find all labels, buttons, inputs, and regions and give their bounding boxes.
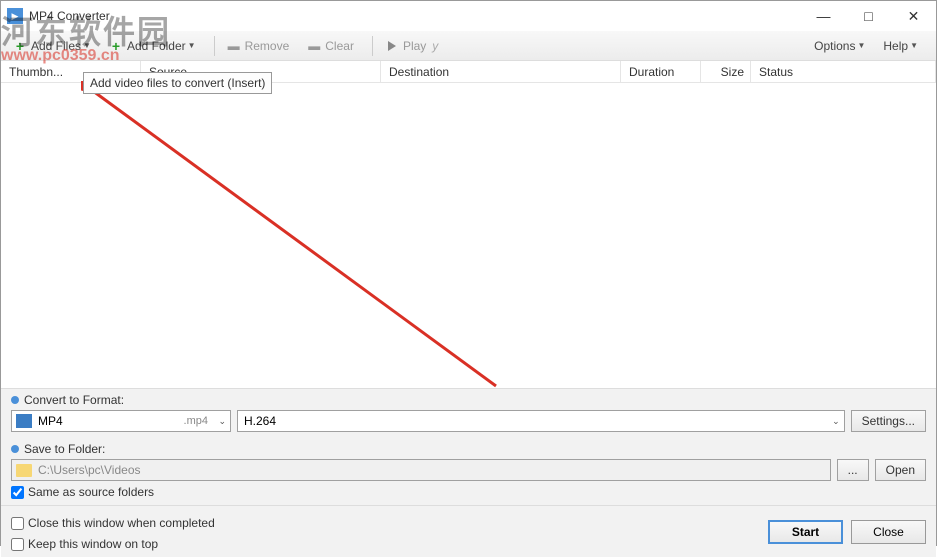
- file-list[interactable]: [1, 83, 936, 388]
- format-icon: [16, 414, 32, 428]
- plus-icon: +: [13, 39, 27, 53]
- chevron-down-icon: ▼: [910, 41, 918, 50]
- separator: [214, 36, 215, 56]
- help-label: Help: [883, 39, 908, 53]
- same-source-input[interactable]: [11, 486, 24, 499]
- codec-value: H.264: [244, 414, 276, 428]
- titlebar: ▶ MP4 Converter — □ ✕: [1, 1, 936, 31]
- app-icon: ▶: [7, 8, 23, 24]
- plus-folder-icon: +: [109, 39, 123, 53]
- tooltip: Add video files to convert (Insert): [83, 72, 272, 94]
- remove-label: Remove: [245, 39, 290, 53]
- bullet-icon: [11, 445, 19, 453]
- chevron-down-icon: ▼: [857, 41, 865, 50]
- codec-select[interactable]: H.264 ⌄: [237, 410, 845, 432]
- add-folder-button[interactable]: + Add Folder ▼: [103, 37, 202, 55]
- toolbar: + Add Files ▼ + Add Folder ▼ ▬ Remove ▬ …: [1, 31, 936, 61]
- col-destination[interactable]: Destination: [381, 61, 621, 82]
- convert-label: Convert to Format:: [11, 393, 926, 407]
- save-label: Save to Folder:: [11, 442, 926, 456]
- same-source-checkbox[interactable]: Same as source folders: [11, 485, 926, 499]
- folder-icon: [16, 464, 32, 477]
- footer: Close this window when completed Keep th…: [1, 505, 936, 557]
- add-folder-label: Add Folder: [127, 39, 186, 53]
- close-window-button[interactable]: Close: [851, 520, 926, 544]
- chevron-down-icon: ⌄: [832, 416, 840, 427]
- open-folder-button[interactable]: Open: [875, 459, 926, 481]
- clear-button[interactable]: ▬ Clear: [301, 37, 360, 55]
- keep-on-top-checkbox[interactable]: Keep this window on top: [11, 537, 215, 551]
- chevron-down-icon: ▼: [188, 41, 196, 50]
- clear-label: Clear: [325, 39, 354, 53]
- options-label: Options: [814, 39, 855, 53]
- play-suffix: y: [432, 39, 438, 53]
- bottom-panel: Convert to Format: MP4 .mp4 ⌄ H.264 ⌄ Se…: [1, 388, 936, 557]
- add-files-label: Add Files: [31, 39, 81, 53]
- browse-button[interactable]: ...: [837, 459, 869, 481]
- clear-icon: ▬: [307, 39, 321, 53]
- chevron-down-icon: ▼: [83, 41, 91, 50]
- save-folder-input[interactable]: C:\Users\pc\Videos: [11, 459, 831, 481]
- close-when-done-input[interactable]: [11, 517, 24, 530]
- format-ext: .mp4: [184, 415, 208, 427]
- play-icon: [385, 39, 399, 53]
- col-size[interactable]: Size: [701, 61, 751, 82]
- play-button[interactable]: Play y: [379, 37, 444, 55]
- settings-button[interactable]: Settings...: [851, 410, 926, 432]
- col-duration[interactable]: Duration: [621, 61, 701, 82]
- format-value: MP4: [38, 414, 63, 428]
- format-select[interactable]: MP4 .mp4 ⌄: [11, 410, 231, 432]
- add-files-button[interactable]: + Add Files ▼: [7, 37, 97, 55]
- start-button[interactable]: Start: [768, 520, 843, 544]
- minus-icon: ▬: [227, 39, 241, 53]
- minimize-button[interactable]: —: [801, 1, 846, 31]
- close-button[interactable]: ✕: [891, 1, 936, 31]
- options-button[interactable]: Options ▼: [808, 37, 871, 55]
- save-path: C:\Users\pc\Videos: [38, 463, 141, 477]
- play-label: Play: [403, 39, 426, 53]
- help-button[interactable]: Help ▼: [877, 37, 924, 55]
- separator: [372, 36, 373, 56]
- chevron-down-icon: ⌄: [218, 416, 226, 427]
- keep-on-top-input[interactable]: [11, 538, 24, 551]
- col-status[interactable]: Status: [751, 61, 936, 82]
- window-title: MP4 Converter: [29, 9, 801, 23]
- maximize-button[interactable]: □: [846, 1, 891, 31]
- bullet-icon: [11, 396, 19, 404]
- remove-button[interactable]: ▬ Remove: [221, 37, 296, 55]
- close-when-done-checkbox[interactable]: Close this window when completed: [11, 516, 215, 530]
